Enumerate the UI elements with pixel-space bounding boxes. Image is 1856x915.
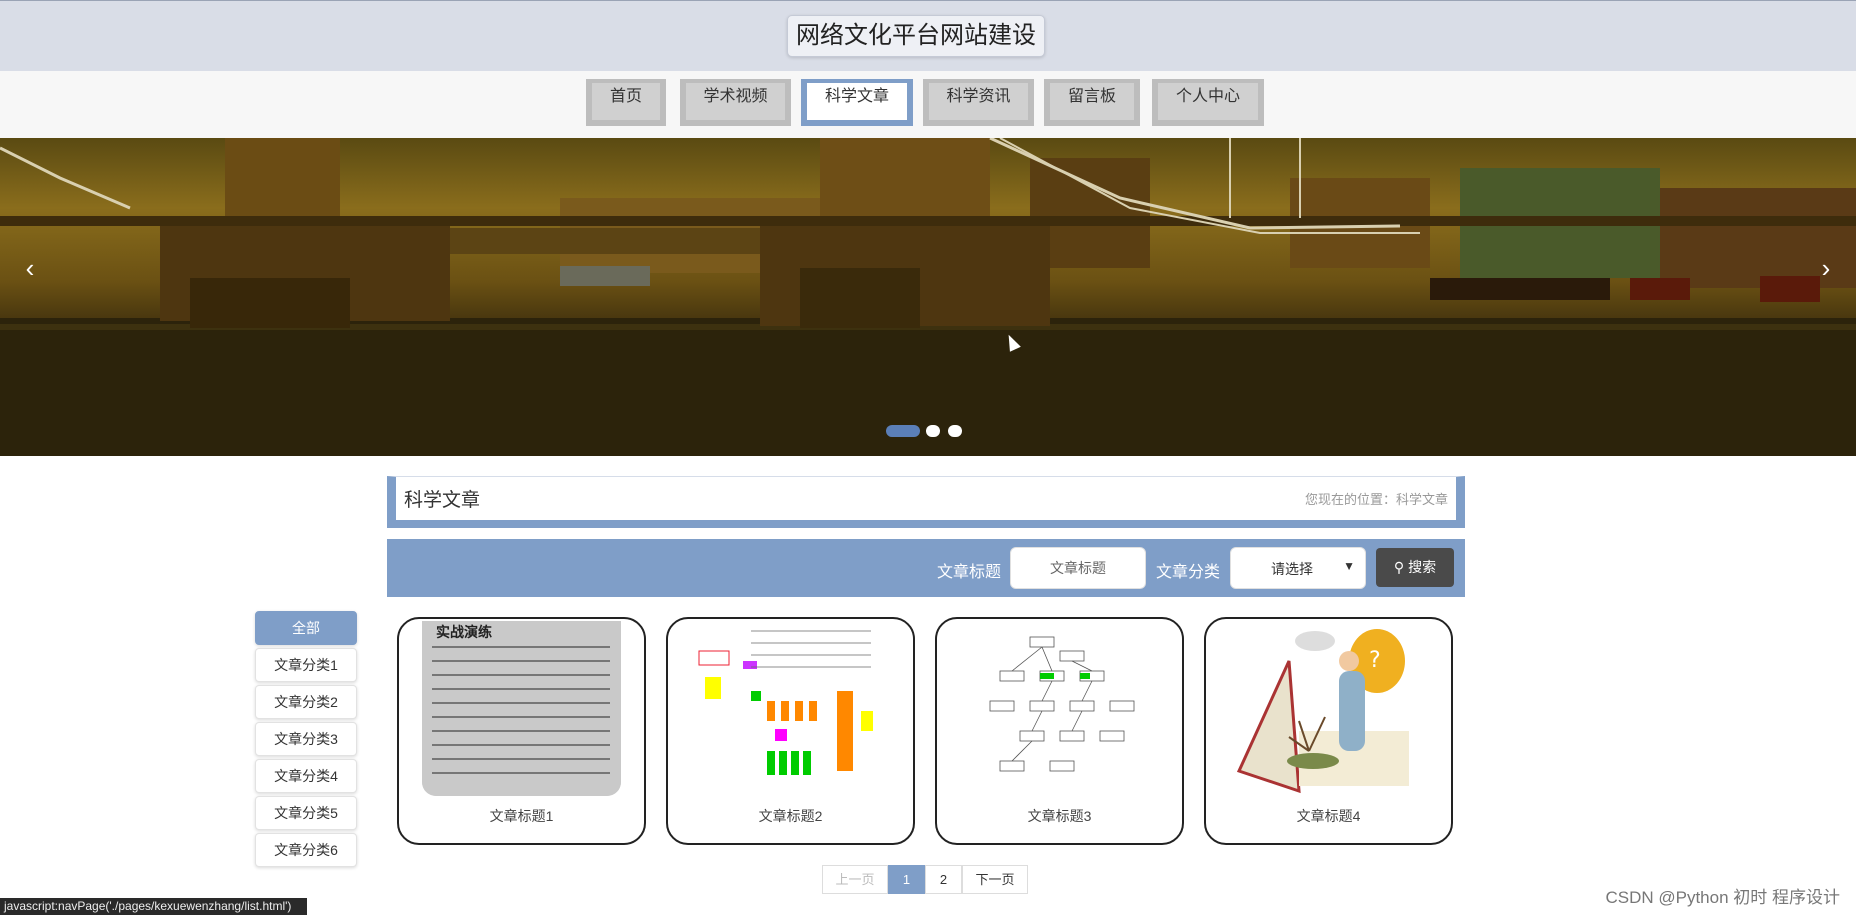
search-bar: 文章标题 文章标题 文章分类 请选择 ▼ ⚲ 搜索 [387,539,1465,597]
carousel-dot-1[interactable] [886,425,920,437]
carousel-dot-3[interactable] [948,425,962,437]
article-card[interactable]: ? 文章标题4 [1204,617,1453,845]
banner-carousel: ‹ › [0,138,1856,456]
nav-item-personal-center[interactable]: 个人中心 [1152,79,1264,126]
watermark: CSDN @Python 初时 程序设计 [1605,888,1840,907]
category-select[interactable]: 请选择 ▼ [1230,547,1366,589]
top-header: 网络文化平台网站建设 [0,0,1856,71]
nav-item-message-board[interactable]: 留言板 [1044,79,1140,126]
browser-status-bar: javascript:navPage('./pages/kexuewenzhan… [0,898,307,915]
article-thumbnail [960,621,1159,796]
prev-page-button[interactable]: 上一页 [822,865,888,894]
banner-image [0,138,1856,456]
search-icon: ⚲ [1393,559,1405,575]
color-flowchart-image [698,630,873,775]
breadcrumb: 您现在的位置：科学文章 [1304,492,1448,507]
site-title: 网络文化平台网站建设 [787,15,1045,57]
page-2-button[interactable]: 2 [925,865,962,894]
title-search-input[interactable]: 文章标题 [1010,547,1146,589]
article-title: 文章标题4 [1296,808,1361,824]
illustration-image: ? [1236,629,1409,794]
article-card[interactable]: 文章标题2 [666,617,915,845]
article-card[interactable]: 实战演练 文章标题1 [397,617,646,845]
carousel-dot-2[interactable] [926,425,940,437]
category-select-value: 请选择 [1271,561,1313,577]
category-item-6[interactable]: 文章分类6 [255,833,357,867]
article-card[interactable]: 文章标题3 [935,617,1184,845]
book-page-image: 实战演练 [422,621,621,796]
article-title: 文章标题2 [758,808,823,824]
category-item-1[interactable]: 文章分类1 [255,648,357,682]
page-title: 科学文章 [404,490,481,511]
category-item-all[interactable]: 全部 [255,611,357,645]
section-header: 科学文章 您现在的位置：科学文章 [387,476,1465,528]
article-thumbnail [691,621,890,796]
article-title: 文章标题3 [1027,808,1092,824]
category-item-2[interactable]: 文章分类2 [255,685,357,719]
next-page-button[interactable]: 下一页 [962,865,1028,894]
thumb-heading: 实战演练 [436,624,492,641]
nav-item-science-news[interactable]: 科学资讯 [923,79,1034,126]
nav-item-home[interactable]: 首页 [586,79,666,126]
article-title: 文章标题1 [489,808,554,824]
search-button-label: 搜索 [1408,559,1437,575]
title-search-label: 文章标题 [937,564,1002,581]
mono-flowchart-image [989,636,1135,772]
carousel-prev-button[interactable]: ‹ [10,243,50,293]
page-1-button[interactable]: 1 [888,865,925,894]
category-item-5[interactable]: 文章分类5 [255,796,357,830]
category-item-4[interactable]: 文章分类4 [255,759,357,793]
search-button[interactable]: ⚲ 搜索 [1376,548,1454,587]
carousel-next-button[interactable]: › [1806,243,1846,293]
nav-item-academic-video[interactable]: 学术视频 [680,79,791,126]
chevron-down-icon: ▼ [1343,559,1355,573]
svg-text:?: ? [1369,648,1381,673]
category-search-label: 文章分类 [1156,564,1221,581]
nav-item-science-articles[interactable]: 科学文章 [801,79,913,126]
category-item-3[interactable]: 文章分类3 [255,722,357,756]
article-thumbnail: 实战演练 [422,621,621,796]
article-thumbnail: ? [1229,621,1428,796]
main-nav: 首页 学术视频 科学文章 科学资讯 留言板 个人中心 [0,71,1856,139]
